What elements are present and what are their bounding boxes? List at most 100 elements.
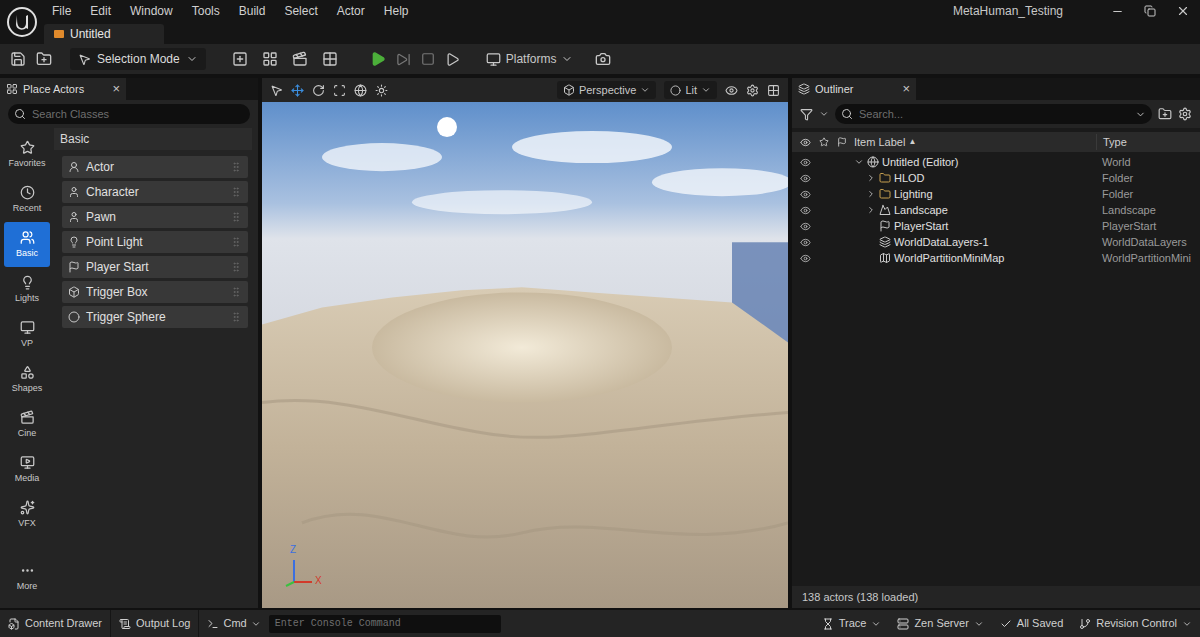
status-button[interactable]: Content Drawer bbox=[0, 610, 111, 637]
expanded-arrow-icon[interactable] bbox=[854, 157, 864, 167]
modes-icon[interactable] bbox=[322, 51, 338, 67]
grip-icon bbox=[230, 286, 242, 298]
stop-icon[interactable] bbox=[421, 52, 435, 66]
outliner-row[interactable]: HLODFolder bbox=[792, 170, 1200, 186]
outliner-row[interactable]: WorldPartitionMiniMapWorldPartitionMini bbox=[792, 250, 1200, 266]
grip-icon bbox=[230, 311, 242, 323]
settings-icon[interactable] bbox=[1178, 107, 1192, 121]
console-input[interactable]: Enter Console Command bbox=[269, 615, 501, 633]
column-heading[interactable]: Item Label▲ bbox=[848, 134, 1096, 151]
collapsed-arrow-icon[interactable] bbox=[866, 205, 876, 215]
visibility-icon[interactable] bbox=[800, 221, 811, 232]
step-icon[interactable] bbox=[396, 52, 411, 67]
restore-icon[interactable] bbox=[1144, 5, 1156, 17]
cinematics-icon[interactable] bbox=[292, 51, 308, 67]
status-button[interactable]: Revision Control bbox=[1071, 610, 1200, 637]
play-icon[interactable] bbox=[370, 51, 386, 67]
snap-icon[interactable] bbox=[375, 84, 388, 97]
actor-item[interactable]: Pawn bbox=[62, 206, 248, 228]
menu-item[interactable]: Tools bbox=[192, 2, 220, 20]
close-tab-button[interactable]: × bbox=[112, 79, 120, 99]
collapsed-arrow-icon[interactable] bbox=[866, 173, 876, 183]
visibility-icon[interactable] bbox=[800, 189, 811, 200]
outliner-row[interactable]: WorldDataLayers-1WorldDataLayers bbox=[792, 234, 1200, 250]
search-field[interactable]: Search... bbox=[835, 104, 1152, 124]
actor-item[interactable]: Trigger Sphere bbox=[62, 306, 248, 328]
minimize-icon[interactable] bbox=[1111, 5, 1124, 18]
category-item[interactable]: Media bbox=[4, 447, 50, 492]
actor-icon bbox=[68, 161, 80, 173]
visibility-icon[interactable] bbox=[800, 237, 811, 248]
status-button[interactable]: Zen Server bbox=[889, 610, 991, 637]
category-item[interactable]: VFX bbox=[4, 492, 50, 537]
status-button[interactable]: All Saved bbox=[992, 610, 1071, 637]
menu-item[interactable]: Actor bbox=[337, 2, 365, 20]
viewport-render[interactable]: ZX bbox=[262, 102, 788, 608]
platforms-button[interactable]: Platforms bbox=[486, 50, 574, 68]
scale-icon[interactable] bbox=[333, 84, 346, 97]
menu-item[interactable]: Edit bbox=[90, 2, 111, 20]
outliner-row[interactable]: LightingFolder bbox=[792, 186, 1200, 202]
visibility-icon[interactable] bbox=[800, 157, 811, 168]
visibility-icon[interactable] bbox=[800, 173, 811, 184]
menu-item[interactable]: Help bbox=[384, 2, 409, 20]
menu-item[interactable]: Build bbox=[239, 2, 266, 20]
actor-item[interactable]: Point Light bbox=[62, 231, 248, 253]
layout-icon[interactable] bbox=[767, 84, 780, 97]
rotate-icon[interactable] bbox=[312, 84, 325, 97]
category-item[interactable]: VP bbox=[4, 312, 50, 357]
settings-icon[interactable] bbox=[746, 84, 759, 97]
axis-label: X bbox=[315, 575, 322, 587]
add-folder-icon[interactable] bbox=[1158, 107, 1172, 121]
status-button[interactable]: Trace bbox=[814, 610, 890, 637]
pin-star-icon[interactable] bbox=[819, 137, 829, 147]
category-item[interactable]: Recent bbox=[4, 177, 50, 222]
menu-item[interactable]: Select bbox=[284, 2, 317, 20]
cmd-dropdown[interactable]: Cmd bbox=[199, 610, 268, 637]
category-item[interactable]: Lights bbox=[4, 267, 50, 312]
visibility-icon[interactable] bbox=[800, 253, 811, 264]
blueprint-icon[interactable] bbox=[262, 51, 278, 67]
category-item[interactable]: Basic bbox=[4, 222, 50, 267]
logo[interactable] bbox=[0, 0, 44, 44]
panel-tab[interactable]: Outliner× bbox=[792, 78, 916, 100]
visibility-icon[interactable] bbox=[800, 205, 811, 216]
actor-item[interactable]: Trigger Box bbox=[62, 281, 248, 303]
visibility-icon[interactable] bbox=[800, 137, 811, 148]
lit-dropdown[interactable]: Lit bbox=[664, 81, 717, 99]
perspective-dropdown[interactable]: Perspective bbox=[557, 81, 656, 99]
pin-icon[interactable] bbox=[837, 137, 847, 147]
search-field[interactable]: Search Classes bbox=[8, 104, 250, 124]
column-heading[interactable]: Type bbox=[1096, 134, 1200, 151]
category-item[interactable]: Favorites bbox=[4, 132, 50, 177]
filter-icon[interactable] bbox=[800, 108, 813, 121]
selection-mode-dropdown[interactable]: Selection Mode bbox=[70, 48, 206, 70]
actor-item[interactable]: Character bbox=[62, 181, 248, 203]
status-button[interactable]: Output Log bbox=[111, 610, 199, 637]
category-item[interactable]: Shapes bbox=[4, 357, 50, 402]
outliner-row[interactable]: PlayerStartPlayerStart bbox=[792, 218, 1200, 234]
play-options-icon[interactable] bbox=[445, 52, 460, 67]
category-item[interactable]: More bbox=[4, 555, 50, 600]
menu-item[interactable]: File bbox=[52, 2, 71, 20]
add-icon[interactable] bbox=[232, 51, 248, 67]
select-icon[interactable] bbox=[270, 84, 283, 97]
collapsed-arrow-icon[interactable] bbox=[866, 189, 876, 199]
outliner-row[interactable]: LandscapeLandscape bbox=[792, 202, 1200, 218]
actor-item[interactable]: Player Start bbox=[62, 256, 248, 278]
document-tab[interactable]: Untitled bbox=[44, 24, 164, 44]
show-icon[interactable] bbox=[725, 84, 738, 97]
actor-icon bbox=[68, 311, 80, 323]
panel-tab[interactable]: Place Actors× bbox=[0, 78, 126, 100]
close-tab-button[interactable]: × bbox=[902, 79, 910, 99]
close-icon[interactable] bbox=[1176, 4, 1190, 18]
save-icon[interactable] bbox=[10, 51, 26, 67]
translate-icon[interactable] bbox=[291, 84, 304, 97]
camera-icon[interactable] bbox=[595, 51, 611, 67]
outliner-row[interactable]: Untitled (Editor)World bbox=[792, 154, 1200, 170]
category-item[interactable]: Cine bbox=[4, 402, 50, 447]
browse-icon[interactable] bbox=[36, 51, 52, 67]
menu-item[interactable]: Window bbox=[130, 2, 173, 20]
actor-item[interactable]: Actor bbox=[62, 156, 248, 178]
world-space-icon[interactable] bbox=[354, 84, 367, 97]
